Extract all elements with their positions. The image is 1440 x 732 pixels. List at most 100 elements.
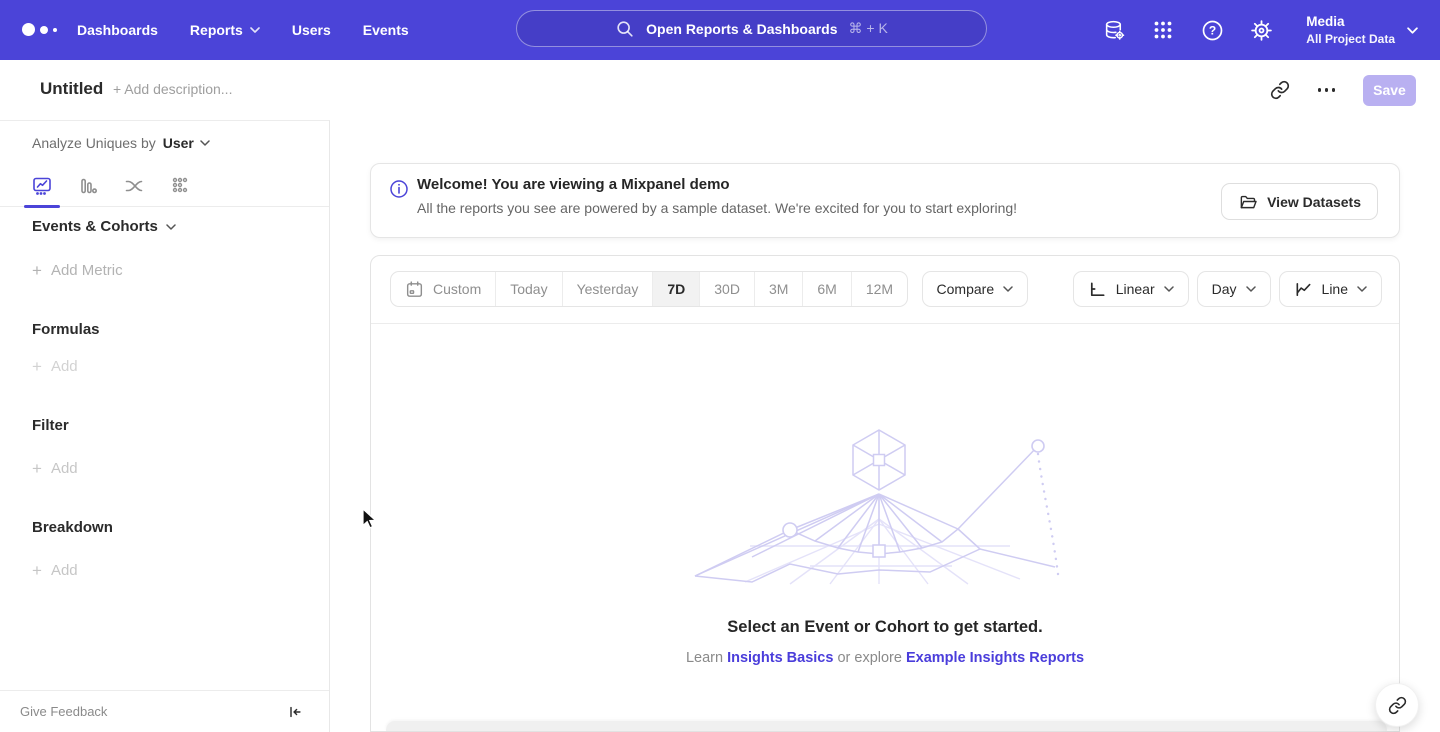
add-formula-button[interactable]: + Add bbox=[32, 358, 78, 375]
project-scope: All Project Data bbox=[1306, 31, 1395, 47]
date-range-label: 6M bbox=[817, 281, 836, 297]
chart-type-label: Line bbox=[1322, 281, 1348, 297]
date-range-yesterday[interactable]: Yesterday bbox=[562, 272, 653, 306]
apps-grid-icon[interactable] bbox=[1151, 18, 1175, 42]
calendar-icon bbox=[405, 280, 424, 299]
line-chart-icon bbox=[1294, 280, 1313, 299]
insights-chart-icon bbox=[31, 175, 53, 197]
date-range-label: 7D bbox=[667, 281, 685, 297]
date-range-12m[interactable]: 12M bbox=[851, 272, 907, 306]
analyze-label: Analyze Uniques by bbox=[32, 135, 156, 151]
date-range-30d[interactable]: 30D bbox=[699, 272, 754, 306]
banner-subtitle: All the reports you see are powered by a… bbox=[417, 200, 1017, 216]
banner-title: Welcome! You are viewing a Mixpanel demo bbox=[417, 176, 730, 193]
events-cohorts-section-header[interactable]: Events & Cohorts bbox=[32, 218, 176, 235]
section-title: Formulas bbox=[32, 321, 100, 338]
chevron-down-icon bbox=[1407, 27, 1418, 34]
tab-flows[interactable] bbox=[116, 166, 152, 206]
nav-label: Users bbox=[292, 22, 331, 38]
more-options-button[interactable] bbox=[1314, 84, 1340, 96]
analyze-by-selector[interactable]: User bbox=[163, 135, 210, 151]
analyze-value: User bbox=[163, 135, 194, 151]
help-icon[interactable]: ? bbox=[1200, 18, 1224, 42]
linear-axes-icon bbox=[1088, 280, 1107, 299]
date-range-custom[interactable]: Custom bbox=[391, 272, 495, 306]
project-selector[interactable]: Media All Project Data bbox=[1306, 13, 1418, 47]
hint-text: Learn bbox=[686, 650, 723, 666]
insights-basics-link[interactable]: Insights Basics bbox=[727, 650, 833, 666]
nav-item-dashboards[interactable]: Dashboards bbox=[77, 22, 158, 38]
date-range-3m[interactable]: 3M bbox=[754, 272, 802, 306]
formulas-section-header: Formulas bbox=[32, 321, 100, 338]
scale-label: Linear bbox=[1116, 281, 1155, 297]
floating-share-link-button[interactable] bbox=[1375, 683, 1419, 727]
chart-type-selector[interactable]: Line bbox=[1279, 271, 1382, 307]
tab-bar-chart[interactable] bbox=[70, 166, 106, 206]
add-filter-button[interactable]: + Add bbox=[32, 460, 78, 477]
report-title[interactable]: Untitled bbox=[40, 79, 103, 99]
wireframe-mountain-illustration bbox=[690, 424, 1080, 586]
primary-nav: Dashboards Reports Users Events bbox=[77, 0, 409, 60]
query-builder-sidebar: Analyze Uniques by User bbox=[0, 120, 330, 732]
section-title: Events & Cohorts bbox=[32, 218, 158, 235]
top-navigation-bar: Dashboards Reports Users Events Open Rep… bbox=[0, 0, 1440, 60]
add-filter-label: Add bbox=[51, 460, 78, 477]
chevron-down-icon bbox=[1003, 286, 1013, 292]
compare-button[interactable]: Compare bbox=[922, 271, 1029, 307]
nav-item-users[interactable]: Users bbox=[292, 22, 331, 38]
chevron-down-icon bbox=[1246, 286, 1256, 292]
add-breakdown-label: Add bbox=[51, 562, 78, 579]
view-datasets-button[interactable]: View Datasets bbox=[1221, 183, 1378, 220]
add-breakdown-button[interactable]: + Add bbox=[32, 562, 78, 579]
chevron-down-icon bbox=[1164, 286, 1174, 292]
tab-insights-chart[interactable] bbox=[24, 166, 60, 206]
interval-selector[interactable]: Day bbox=[1197, 271, 1271, 307]
empty-state-title: Select an Event or Cohort to get started… bbox=[727, 618, 1042, 637]
plus-icon: + bbox=[32, 262, 42, 279]
report-actions: Save bbox=[1270, 60, 1417, 120]
scale-selector[interactable]: Linear bbox=[1073, 271, 1189, 307]
date-range-label: 30D bbox=[714, 281, 740, 297]
add-metric-button[interactable]: + Add Metric bbox=[32, 262, 123, 279]
date-range-label: Today bbox=[510, 281, 547, 297]
view-datasets-label: View Datasets bbox=[1267, 194, 1361, 210]
date-range-7d[interactable]: 7D bbox=[652, 272, 699, 306]
search-icon bbox=[615, 19, 635, 39]
date-range-today[interactable]: Today bbox=[495, 272, 561, 306]
example-insights-reports-link[interactable]: Example Insights Reports bbox=[906, 650, 1084, 666]
report-card: Custom Today Yesterday 7D 30D 3M 6M 12M … bbox=[370, 255, 1400, 732]
project-name: Media bbox=[1306, 13, 1395, 31]
nav-label: Dashboards bbox=[77, 22, 158, 38]
visualization-tabs bbox=[0, 166, 329, 207]
scatter-dots-icon bbox=[169, 175, 191, 197]
data-management-icon[interactable] bbox=[1102, 18, 1126, 42]
analyze-uniques-row: Analyze Uniques by User bbox=[32, 135, 210, 151]
tab-scatter[interactable] bbox=[162, 166, 198, 206]
give-feedback-link[interactable]: Give Feedback bbox=[20, 704, 107, 719]
save-button[interactable]: Save bbox=[1363, 75, 1416, 106]
nav-item-events[interactable]: Events bbox=[363, 22, 409, 38]
settings-gear-icon[interactable] bbox=[1249, 18, 1273, 42]
nav-label: Reports bbox=[190, 22, 243, 38]
sidebar-footer: Give Feedback bbox=[0, 690, 329, 732]
folder-icon bbox=[1238, 193, 1257, 210]
hint-text: or explore bbox=[837, 650, 901, 666]
interval-label: Day bbox=[1212, 281, 1237, 297]
welcome-banner: Welcome! You are viewing a Mixpanel demo… bbox=[370, 163, 1400, 238]
svg-text:?: ? bbox=[1209, 23, 1216, 37]
link-icon bbox=[1388, 696, 1407, 715]
add-description-field[interactable]: + Add description... bbox=[113, 81, 232, 97]
share-link-icon[interactable] bbox=[1270, 80, 1290, 100]
mixpanel-logo-icon[interactable] bbox=[22, 23, 57, 36]
date-range-label: Custom bbox=[433, 281, 481, 297]
report-header: Untitled + Add description... Save bbox=[0, 60, 1440, 120]
collapse-sidebar-icon[interactable] bbox=[287, 704, 303, 720]
global-search[interactable]: Open Reports & Dashboards ⌘ + K bbox=[516, 10, 987, 47]
chevron-down-icon bbox=[250, 27, 260, 33]
date-range-label: 3M bbox=[769, 281, 788, 297]
date-range-6m[interactable]: 6M bbox=[802, 272, 850, 306]
empty-chart-state: Select an Event or Cohort to get started… bbox=[371, 324, 1399, 721]
breakdown-section-header: Breakdown bbox=[32, 519, 113, 536]
search-shortcut: ⌘ + K bbox=[849, 20, 888, 37]
nav-item-reports[interactable]: Reports bbox=[190, 22, 260, 38]
